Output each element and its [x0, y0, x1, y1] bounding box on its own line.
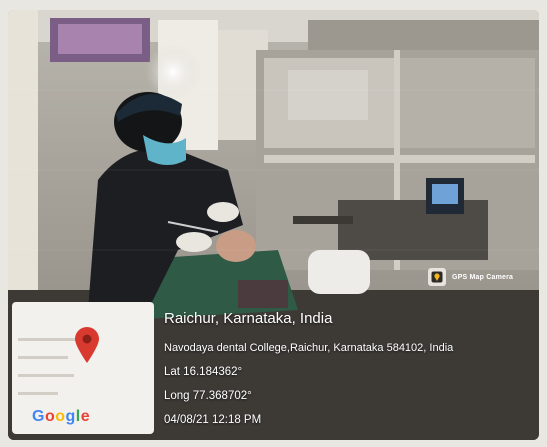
location-city: Raichur, Karnataka, India [164, 310, 333, 327]
gps-map-camera-icon [428, 268, 446, 286]
photo-frame: GPS Map Camera Google Raichur, Karnataka… [8, 10, 539, 440]
location-longitude: Long 77.368702° [164, 390, 252, 402]
gps-map-camera-label: GPS Map Camera [452, 273, 514, 281]
location-address: Navodaya dental College,Raichur, Karnata… [164, 342, 454, 354]
google-logo: Google [32, 408, 91, 425]
location-latitude: Lat 16.184362° [164, 366, 243, 378]
gps-map-camera-badge: GPS Map Camera [428, 266, 513, 288]
map-pin-icon [75, 327, 99, 363]
map-thumbnail: Google [12, 302, 154, 434]
location-timestamp: 04/08/21 12:18 PM [164, 414, 262, 426]
